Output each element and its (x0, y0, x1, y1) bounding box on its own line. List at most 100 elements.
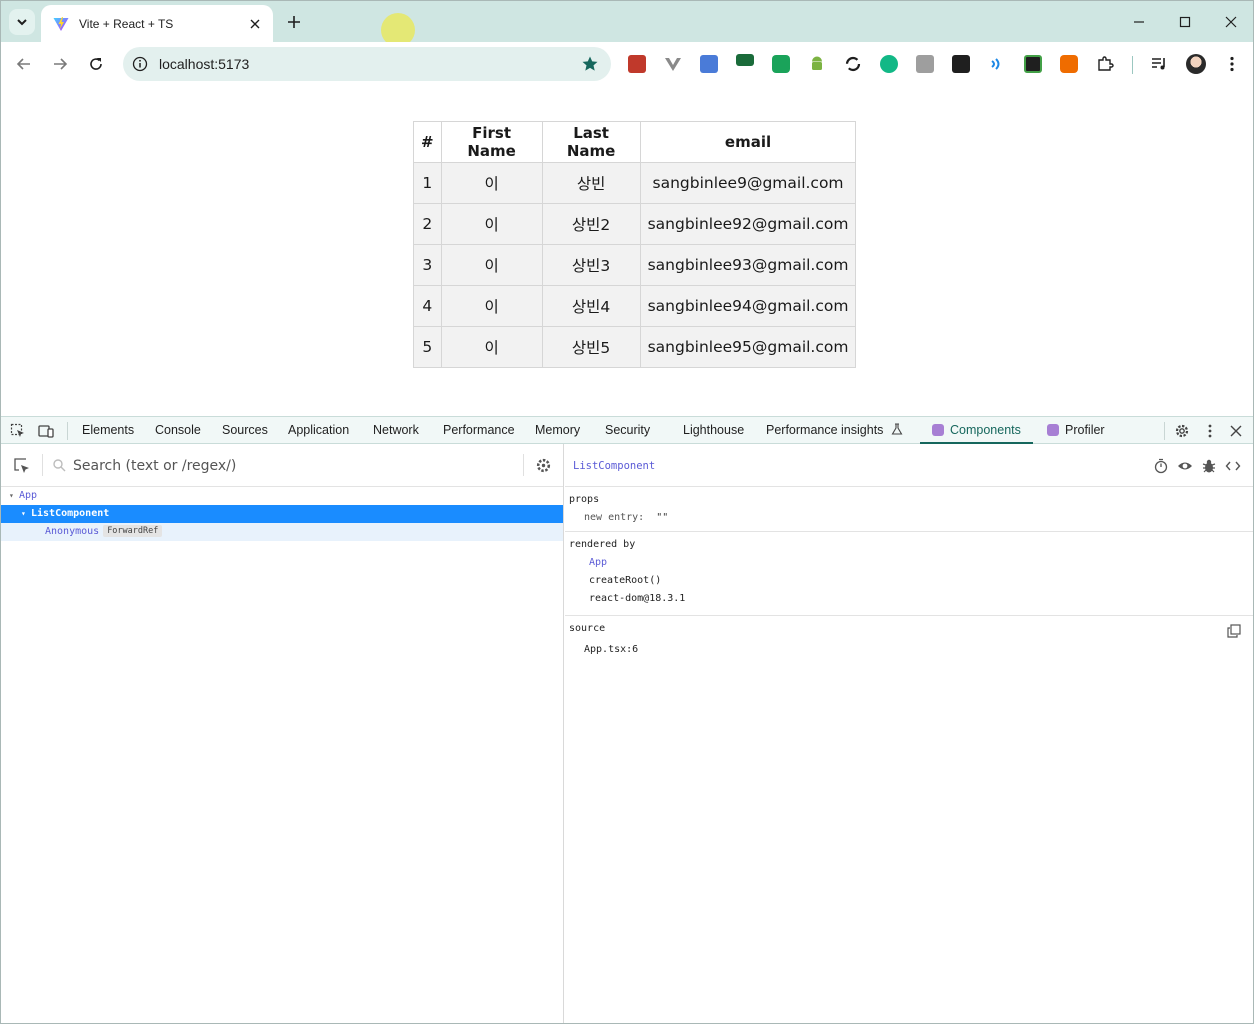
bookmark-star-icon[interactable] (581, 55, 599, 73)
shopping-extension-icon[interactable] (1060, 55, 1078, 73)
toolbar-separator (1132, 56, 1133, 74)
youtube-extension-icon[interactable] (772, 55, 790, 73)
cell-index: 1 (413, 162, 442, 204)
cell-last-name: 상빈5 (541, 326, 641, 368)
table-row: 5 이 상빈5 sangbinlee95@gmail.com (413, 326, 857, 368)
tab-memory[interactable]: Memory (535, 417, 580, 444)
browser-menu-icon[interactable] (1223, 55, 1241, 73)
wireless-icon[interactable] (988, 55, 1006, 73)
components-panel: ▾App ▾ListComponent AnonymousForwardRef … (1, 444, 1253, 1023)
profile-extension-icon[interactable] (916, 55, 934, 73)
media-controls-icon[interactable] (1150, 55, 1168, 73)
devtools-close-icon[interactable] (1227, 422, 1245, 440)
maximize-icon[interactable] (1172, 9, 1198, 35)
tab-console[interactable]: Console (155, 417, 201, 444)
cell-first-name: 이 (440, 244, 543, 286)
tab-performance-insights[interactable]: Performance insights (766, 417, 903, 444)
devtools-separator (1164, 422, 1165, 440)
rendered-by-create-root: createRoot() (589, 575, 662, 586)
prop-key: new entry: (584, 512, 645, 523)
refresh-extension-icon[interactable] (880, 55, 898, 73)
inspect-element-icon[interactable] (9, 422, 27, 440)
header-last-name: Last Name (541, 121, 641, 163)
inspected-element-pane: ListComponent props new entry: "" render… (565, 444, 1253, 1023)
forward-icon[interactable] (47, 51, 73, 77)
tab-components[interactable]: Components (920, 417, 1033, 444)
cell-last-name: 상빈4 (541, 285, 641, 327)
devtools-settings-gear-icon[interactable] (1173, 422, 1191, 440)
expand-triangle-icon[interactable]: ▾ (21, 505, 31, 523)
tree-node-label: App (19, 490, 38, 501)
tab-performance[interactable]: Performance (443, 417, 515, 444)
devtools-panel: Elements Console Sources Application Net… (1, 416, 1253, 1023)
table-header-row: # First Name Last Name email (413, 121, 857, 163)
cell-first-name: 이 (440, 285, 543, 327)
component-search-input[interactable] (73, 455, 493, 477)
tree-node-app[interactable]: ▾ App (1, 487, 563, 505)
dark-extension-icon[interactable] (952, 55, 970, 73)
inspected-element-header: ListComponent (565, 444, 1253, 487)
search-separator (42, 454, 43, 476)
cell-last-name: 상빈 (541, 162, 641, 204)
cell-email: sangbinlee92@gmail.com (639, 203, 857, 245)
vite-logo-icon (53, 16, 69, 31)
address-bar[interactable]: localhost:5173 (123, 47, 611, 81)
android-icon[interactable] (808, 55, 826, 73)
reload-icon[interactable] (83, 51, 109, 77)
rendered-by-section: rendered by App createRoot() react-dom@1… (565, 532, 1253, 616)
tab-search-button[interactable] (9, 9, 35, 35)
props-label: props (569, 494, 600, 505)
prop-value[interactable]: "" (656, 512, 668, 523)
rendered-by-react-dom: react-dom@18.3.1 (589, 593, 686, 604)
page-viewport: # First Name Last Name email 1 이 상빈 sang… (1, 87, 1253, 416)
translate-icon[interactable] (700, 55, 718, 73)
source-location[interactable]: App.tsx:6 (584, 644, 638, 655)
tab-application[interactable]: Application (288, 417, 349, 444)
tab-network[interactable]: Network (373, 417, 419, 444)
site-info-icon[interactable] (131, 55, 149, 73)
tree-node-anonymous[interactable]: Anonymous ForwardRef (1, 523, 563, 541)
profile-avatar[interactable] (1186, 54, 1206, 74)
source-section: source App.tsx:6 (565, 616, 1253, 666)
tab-security[interactable]: Security (605, 417, 650, 444)
bug-icon[interactable] (1201, 458, 1217, 474)
minimize-icon[interactable] (1126, 9, 1152, 35)
devtools-tab-bar: Elements Console Sources Application Net… (1, 416, 1253, 444)
table-row: 1 이 상빈 sangbinlee9@gmail.com (413, 162, 857, 204)
tab-profiler[interactable]: Profiler (1047, 417, 1105, 444)
cell-first-name: 이 (440, 203, 543, 245)
select-element-icon[interactable] (13, 457, 31, 475)
eye-icon[interactable] (1177, 458, 1193, 474)
copy-icon[interactable] (1227, 624, 1241, 638)
component-settings-gear-icon[interactable] (535, 457, 552, 474)
new-tab-icon[interactable] (283, 11, 305, 33)
tab-strip: Vite + React + TS (1, 1, 1253, 47)
view-source-icon[interactable] (1225, 458, 1241, 474)
cell-first-name: 이 (440, 326, 543, 368)
devtools-more-icon[interactable] (1201, 422, 1219, 440)
tab-elements[interactable]: Elements (82, 417, 134, 444)
tab-sources[interactable]: Sources (222, 417, 268, 444)
on-extension-icon[interactable] (736, 54, 754, 66)
tab-lighthouse[interactable]: Lighthouse (683, 417, 744, 444)
props-section: props new entry: "" (565, 487, 1253, 532)
vue-devtools-icon[interactable] (664, 55, 682, 73)
equalizer-icon[interactable] (1024, 55, 1042, 73)
stopwatch-icon[interactable] (1153, 458, 1169, 474)
rendered-by-owner-app[interactable]: App (589, 557, 607, 568)
device-toolbar-icon[interactable] (37, 422, 55, 440)
sync-icon[interactable] (844, 55, 862, 73)
cell-index: 3 (413, 244, 442, 286)
extensions-puzzle-icon[interactable] (1096, 55, 1114, 73)
inspected-component-name: ListComponent (573, 460, 656, 472)
tab-close-icon[interactable] (247, 16, 263, 32)
expand-triangle-icon[interactable]: ▾ (9, 487, 19, 505)
tree-node-list-component[interactable]: ▾ ListComponent (1, 505, 563, 523)
back-icon[interactable] (11, 51, 37, 77)
prop-entry[interactable]: new entry: "" (584, 512, 668, 523)
extension-1-icon[interactable] (628, 55, 646, 73)
browser-tab-active[interactable]: Vite + React + TS (41, 5, 273, 42)
cell-last-name: 상빈3 (541, 244, 641, 286)
window-close-icon[interactable] (1218, 9, 1244, 35)
browser-toolbar: localhost:5173 (1, 42, 1253, 87)
